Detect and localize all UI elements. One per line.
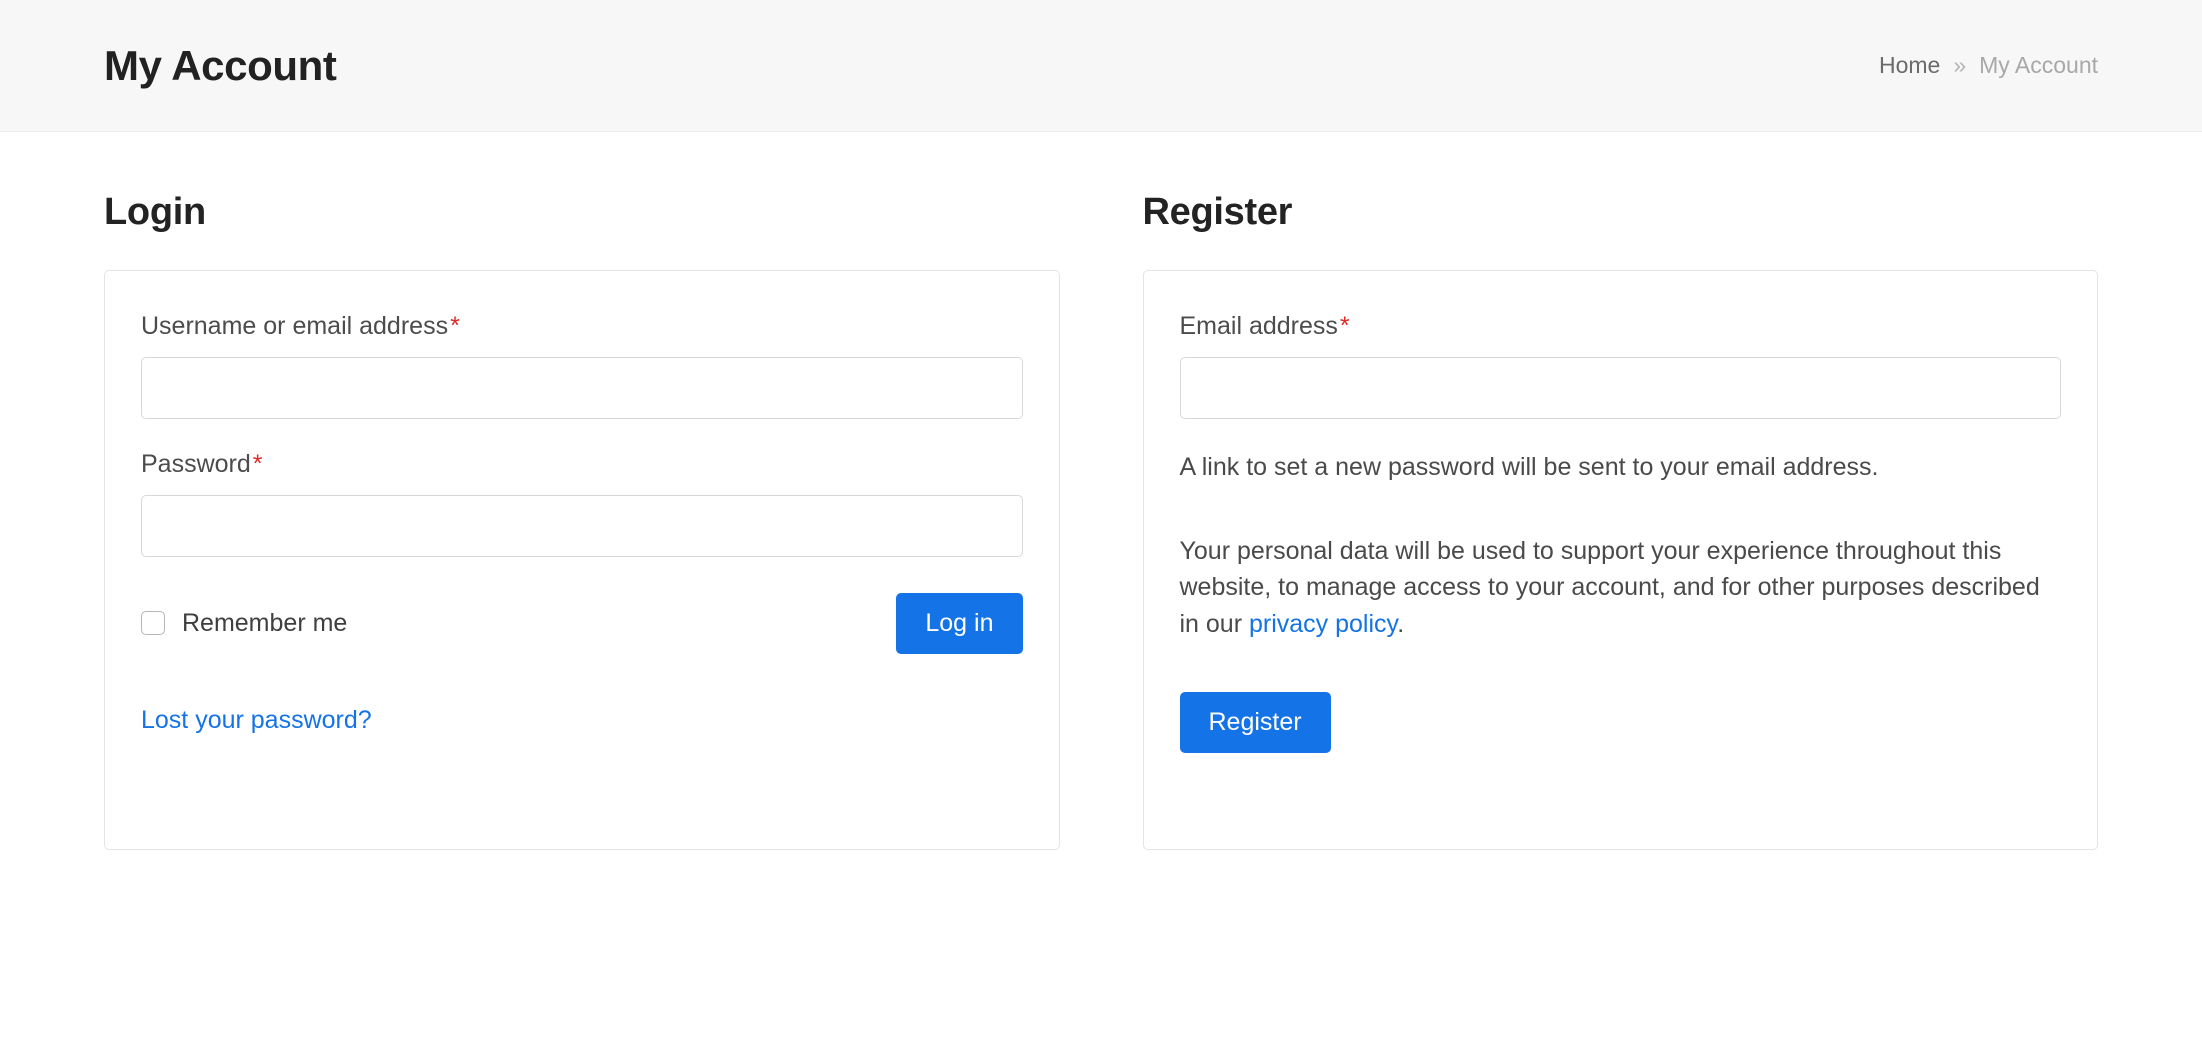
login-heading: Login bbox=[104, 191, 206, 233]
remember-me-checkbox[interactable] bbox=[141, 611, 165, 636]
email-required-marker: * bbox=[1339, 311, 1350, 340]
privacy-policy-link[interactable]: privacy policy bbox=[1249, 610, 1397, 638]
breadcrumb-current-page: My Account bbox=[1979, 52, 2098, 78]
remember-me-label: Remember me bbox=[182, 608, 348, 637]
password-input[interactable] bbox=[141, 494, 1023, 557]
privacy-note-text-after: . bbox=[1397, 609, 1405, 638]
password-required-marker: * bbox=[252, 449, 263, 478]
page-header: My Account Home » My Account bbox=[0, 0, 2202, 132]
lost-password-link[interactable]: Lost your password? bbox=[141, 706, 372, 735]
username-field-group: Username or email address* bbox=[141, 311, 1023, 419]
email-label: Email address* bbox=[1180, 311, 2062, 341]
email-label-text: Email address bbox=[1179, 311, 1338, 340]
username-input[interactable] bbox=[141, 356, 1023, 419]
privacy-note: Your personal data will be used to suppo… bbox=[1180, 533, 2062, 642]
breadcrumb: Home » My Account bbox=[1879, 52, 2098, 79]
login-column: Login Username or email address* Passwor… bbox=[104, 191, 1060, 850]
register-heading: Register bbox=[1142, 191, 1293, 233]
breadcrumb-link-home[interactable]: Home bbox=[1879, 52, 1940, 79]
account-columns: Login Username or email address* Passwor… bbox=[104, 132, 2098, 850]
login-card: Username or email address* Password* Rem… bbox=[104, 269, 1060, 850]
register-card: Email address* A link to set a new passw… bbox=[1142, 269, 2098, 850]
login-actions-row: Remember me Log in bbox=[141, 592, 1023, 654]
password-field-group: Password* bbox=[141, 449, 1023, 557]
username-label-text: Username or email address bbox=[141, 311, 449, 340]
remember-me-control[interactable]: Remember me bbox=[141, 608, 348, 637]
email-field-group: Email address* bbox=[1179, 311, 2062, 419]
username-required-marker: * bbox=[450, 311, 460, 340]
main-content: Login Username or email address* Passwor… bbox=[0, 132, 2202, 850]
password-label-text: Password bbox=[141, 449, 251, 478]
username-label: Username or email address* bbox=[141, 311, 1023, 341]
login-submit-button[interactable]: Log in bbox=[896, 592, 1023, 654]
email-input[interactable] bbox=[1179, 356, 2061, 419]
register-submit-button[interactable]: Register bbox=[1179, 691, 1331, 753]
password-link-note: A link to set a new password will be sen… bbox=[1179, 452, 1879, 481]
register-column: Register Email address* A link to set a … bbox=[1142, 191, 2098, 850]
breadcrumb-separator-icon: » bbox=[1953, 52, 1967, 78]
password-label: Password* bbox=[141, 449, 1023, 479]
register-action-row: Register bbox=[1179, 691, 2062, 753]
page-title: My Account bbox=[104, 41, 337, 89]
